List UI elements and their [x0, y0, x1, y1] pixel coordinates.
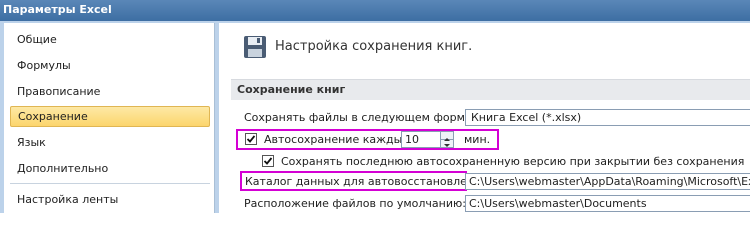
page-title: Настройка сохранения книг. — [275, 39, 473, 54]
format-label: Сохранять файлы в следующем формате: — [244, 111, 489, 124]
format-select-value: Книга Excel (*.xlsx) — [471, 111, 582, 124]
sidebar-divider — [10, 183, 210, 184]
default-location-input[interactable]: C:\Users\webmaster\Documents — [465, 195, 750, 212]
checkmark-icon — [246, 135, 256, 143]
autorecover-label: Каталог данных для автовосстановления: — [245, 175, 492, 188]
sidebar-item-proofing[interactable]: Правописание — [10, 81, 210, 102]
floppy-disk-icon — [243, 35, 267, 59]
autosave-checkbox[interactable] — [245, 133, 257, 145]
default-location-label: Расположение файлов по умолчанию: — [244, 197, 466, 210]
format-select[interactable]: Книга Excel (*.xlsx) — [465, 109, 750, 126]
keep-last-version-checkbox[interactable] — [262, 155, 274, 167]
window-title-bar: Параметры Excel — [0, 0, 750, 21]
autosave-unit: мин. — [464, 133, 491, 146]
checkmark-icon — [263, 157, 273, 165]
autosave-minutes-input[interactable]: 10 — [401, 131, 441, 148]
autorecover-path-input[interactable]: C:\Users\webmaster\AppData\Roaming\Micro… — [465, 173, 750, 190]
autosave-minutes-spinner[interactable] — [440, 131, 454, 148]
window-title: Параметры Excel — [3, 3, 112, 16]
sidebar: Общие Формулы Правописание Сохранение Яз… — [4, 23, 215, 213]
autosave-label: Автосохранение каждые — [264, 133, 410, 146]
sidebar-item-general[interactable]: Общие — [10, 29, 210, 50]
keep-last-version-label: Сохранять последнюю автосохраненную верс… — [281, 155, 745, 168]
spin-down-icon[interactable] — [441, 139, 453, 147]
default-location-value: C:\Users\webmaster\Documents — [469, 197, 647, 210]
sidebar-item-customize-ribbon[interactable]: Настройка ленты — [10, 189, 210, 210]
section-title: Сохранение книг — [237, 83, 346, 96]
sidebar-item-formulas[interactable]: Формулы — [10, 55, 210, 76]
autosave-minutes-value: 10 — [405, 133, 419, 146]
sidebar-item-advanced[interactable]: Дополнительно — [10, 158, 210, 179]
sidebar-item-language[interactable]: Язык — [10, 132, 210, 153]
section-header: Сохранение книг — [231, 79, 750, 100]
autorecover-path-value: C:\Users\webmaster\AppData\Roaming\Micro… — [469, 175, 750, 188]
sidebar-item-save[interactable]: Сохранение — [10, 106, 210, 127]
